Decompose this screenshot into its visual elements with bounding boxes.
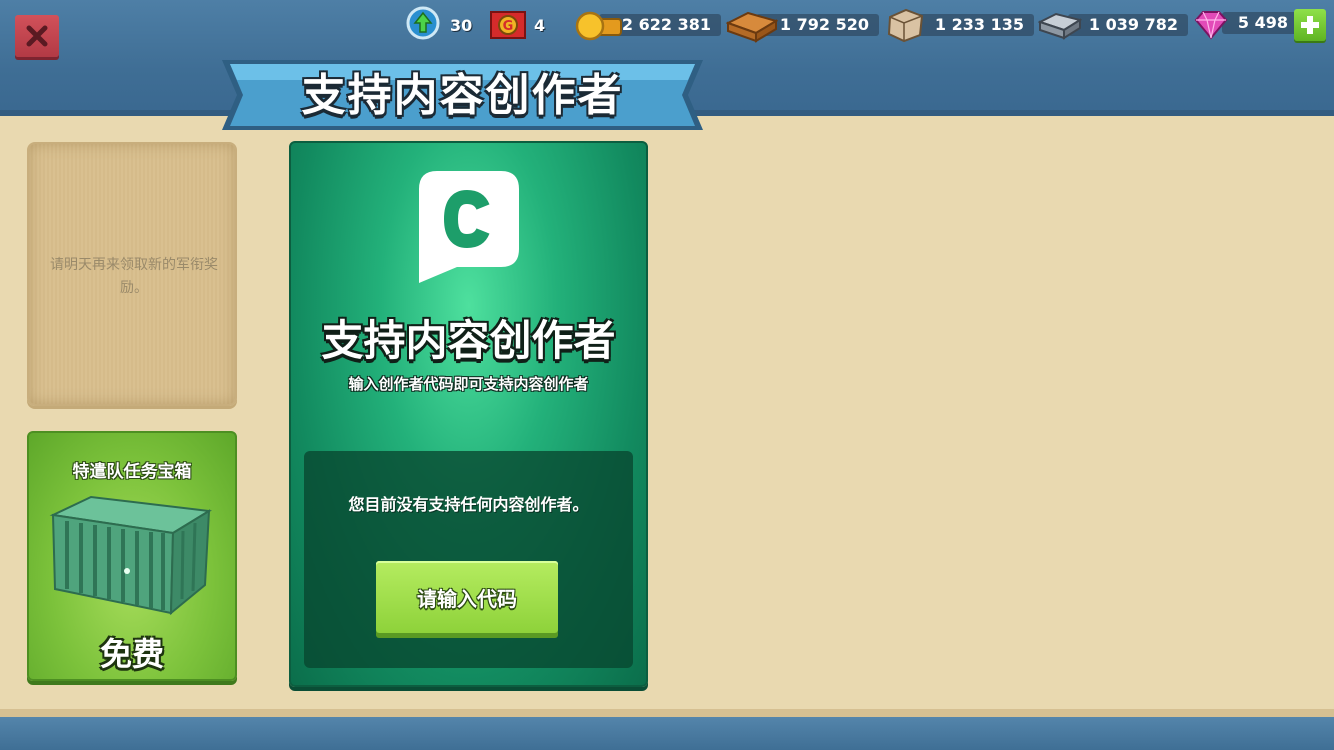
- rank-value: 4: [534, 15, 546, 35]
- crate-price-free: 免费: [99, 635, 164, 673]
- wood-resource: 1 792 520: [726, 10, 879, 43]
- rank-reward-card: 请明天再来领取新的军衔奖励。: [27, 142, 237, 406]
- gems-value: 5 498: [1222, 12, 1298, 34]
- gold-resource: 2 622 381: [575, 10, 721, 41]
- close-button[interactable]: [15, 15, 59, 57]
- reward-message: 请明天再来领取新的军衔奖励。: [50, 257, 218, 296]
- gold-coin-icon: [575, 11, 622, 41]
- creator-status-box: 您目前没有支持任何内容创作者。 请输入代码: [304, 451, 633, 668]
- bottom-bar: [0, 709, 1334, 750]
- rank-badge-icon: G: [490, 11, 526, 39]
- svg-text:G: G: [503, 19, 514, 34]
- close-icon: [26, 25, 48, 47]
- creator-c-logo-icon: [419, 171, 519, 283]
- creator-status-text: 您目前没有支持任何内容创作者。: [348, 495, 589, 514]
- iron-resource: 1 039 782: [1038, 10, 1188, 40]
- wood-planks-icon: [726, 11, 778, 43]
- cargo-crate-icon: [49, 495, 212, 616]
- creator-support-panel: 支持内容创作者 输入创作者代码即可支持内容创作者 您目前没有支持任何内容创作者。…: [289, 141, 648, 687]
- xp-level-icon: [406, 6, 440, 40]
- xp-resource: 30: [406, 6, 473, 40]
- page-banner: 支持内容创作者: [222, 60, 703, 130]
- task-force-crate-card[interactable]: 特遣队任务宝箱 免费: [27, 431, 237, 681]
- xp-value: 30: [450, 15, 473, 35]
- plus-icon: [1301, 16, 1319, 34]
- crate-title: 特遣队任务宝箱: [72, 462, 192, 482]
- add-gems-button[interactable]: [1294, 9, 1326, 41]
- stone-block-icon: [887, 8, 924, 43]
- panel-subtitle: 输入创作者代码即可支持内容创作者: [348, 375, 589, 393]
- page-title: 支持内容创作者: [301, 70, 624, 121]
- enter-code-button[interactable]: 请输入代码: [376, 561, 558, 633]
- iron-value: 1 039 782: [1068, 14, 1188, 36]
- rank-resource: G 4: [490, 10, 545, 40]
- panel-title: 支持内容创作者: [321, 316, 616, 365]
- gem-icon: [1194, 11, 1228, 40]
- gems-resource: 5 498: [1194, 10, 1298, 40]
- stone-value: 1 233 135: [916, 14, 1034, 36]
- stone-resource: 1 233 135: [886, 8, 1034, 43]
- iron-ingot-icon: [1038, 12, 1082, 40]
